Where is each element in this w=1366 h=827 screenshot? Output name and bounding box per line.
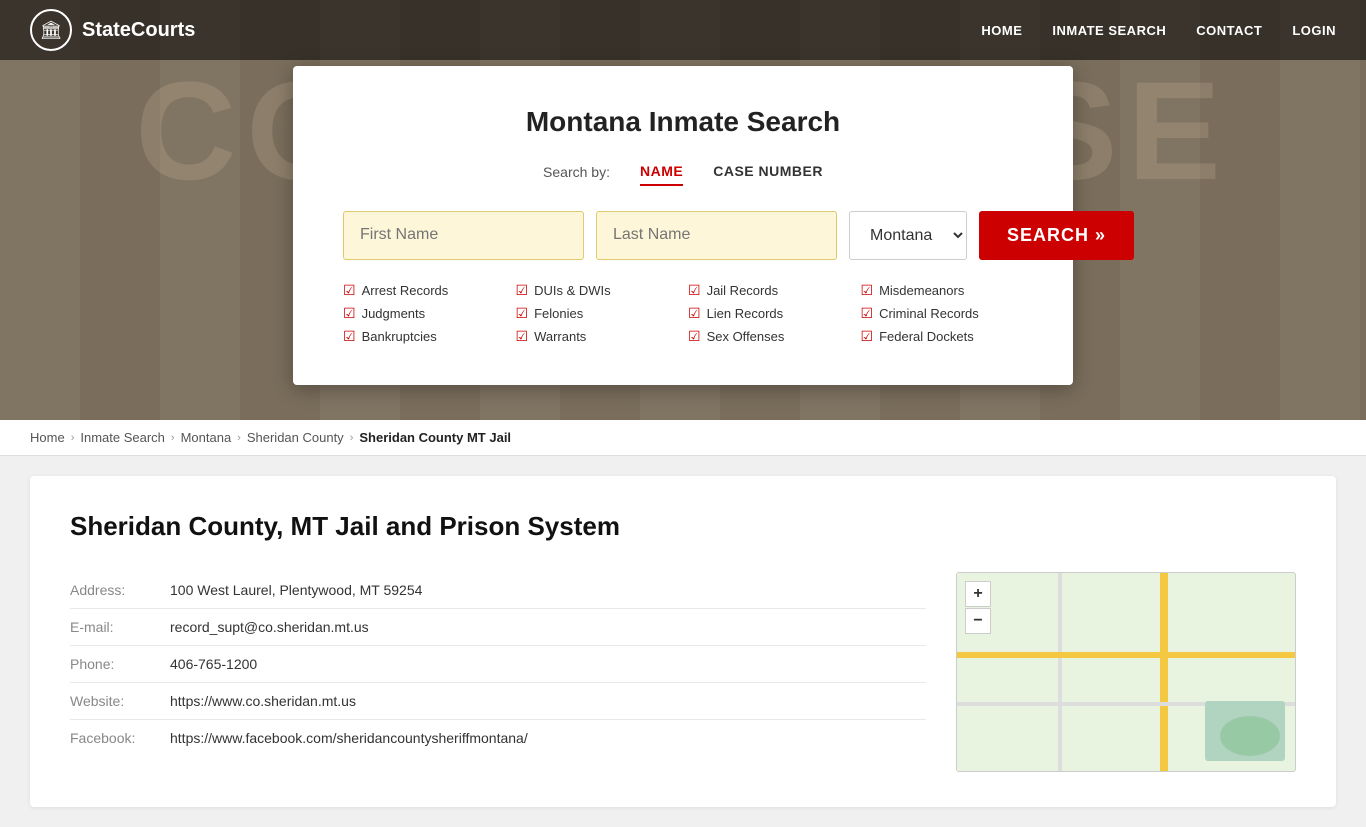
check-icon-11: ☑ bbox=[861, 328, 874, 345]
map-zoom-in[interactable]: + bbox=[965, 581, 991, 607]
map-controls: + − bbox=[965, 581, 991, 634]
info-card: Sheridan County, MT Jail and Prison Syst… bbox=[30, 476, 1336, 807]
check-label-3: Misdemeanors bbox=[879, 283, 964, 298]
check-icon-5: ☑ bbox=[516, 305, 529, 322]
search-by-label: Search by: bbox=[543, 164, 610, 180]
breadcrumb-sep-1: › bbox=[71, 432, 75, 444]
tab-case-number[interactable]: CASE NUMBER bbox=[713, 158, 823, 186]
check-icon-0: ☑ bbox=[343, 282, 356, 299]
breadcrumb-sep-3: › bbox=[237, 432, 241, 444]
state-select[interactable]: Montana Alabama Alaska Arizona bbox=[849, 211, 967, 260]
tab-name[interactable]: NAME bbox=[640, 158, 683, 186]
info-title: Sheridan County, MT Jail and Prison Syst… bbox=[70, 511, 1296, 542]
check-icon-2: ☑ bbox=[688, 282, 701, 299]
info-body: Address: 100 West Laurel, Plentywood, MT… bbox=[70, 572, 1296, 772]
info-row-phone: Phone: 406-765-1200 bbox=[70, 646, 926, 683]
navbar: 🏛 StateCourts HOME INMATE SEARCH CONTACT… bbox=[0, 0, 1366, 60]
check-jail-records: ☑ Jail Records bbox=[688, 282, 851, 299]
value-address: 100 West Laurel, Plentywood, MT 59254 bbox=[170, 582, 422, 598]
check-label-1: DUIs & DWIs bbox=[534, 283, 611, 298]
map-box: + − bbox=[956, 572, 1296, 772]
value-email[interactable]: record_supt@co.sheridan.mt.us bbox=[170, 619, 369, 635]
info-table: Address: 100 West Laurel, Plentywood, MT… bbox=[70, 572, 926, 756]
search-fields: Montana Alabama Alaska Arizona SEARCH » bbox=[343, 211, 1023, 260]
breadcrumb-sep-2: › bbox=[171, 432, 175, 444]
search-card: Montana Inmate Search Search by: NAME CA… bbox=[293, 66, 1073, 385]
hero-section: COURTHOUSE Montana Inmate Search Search … bbox=[0, 0, 1366, 420]
check-label-9: Warrants bbox=[534, 329, 586, 344]
check-label-7: Criminal Records bbox=[879, 306, 979, 321]
check-federal-dockets: ☑ Federal Dockets bbox=[861, 328, 1024, 345]
label-email: E-mail: bbox=[70, 619, 160, 635]
value-phone: 406-765-1200 bbox=[170, 656, 257, 672]
check-icon-9: ☑ bbox=[516, 328, 529, 345]
check-icon-7: ☑ bbox=[861, 305, 874, 322]
check-icon-8: ☑ bbox=[343, 328, 356, 345]
checkboxes-grid: ☑ Arrest Records ☑ DUIs & DWIs ☑ Jail Re… bbox=[343, 282, 1023, 345]
check-label-4: Judgments bbox=[362, 306, 426, 321]
check-bankruptcies: ☑ Bankruptcies bbox=[343, 328, 506, 345]
info-row-address: Address: 100 West Laurel, Plentywood, MT… bbox=[70, 572, 926, 609]
check-icon-10: ☑ bbox=[688, 328, 701, 345]
check-label-11: Federal Dockets bbox=[879, 329, 974, 344]
breadcrumb-current: Sheridan County MT Jail bbox=[359, 430, 511, 445]
check-icon-1: ☑ bbox=[516, 282, 529, 299]
check-icon-4: ☑ bbox=[343, 305, 356, 322]
check-label-8: Bankruptcies bbox=[362, 329, 437, 344]
check-lien-records: ☑ Lien Records bbox=[688, 305, 851, 322]
nav-contact[interactable]: CONTACT bbox=[1196, 23, 1262, 38]
check-label-5: Felonies bbox=[534, 306, 583, 321]
info-row-website: Website: https://www.co.sheridan.mt.us bbox=[70, 683, 926, 720]
check-icon-6: ☑ bbox=[688, 305, 701, 322]
breadcrumb-sheridan-county[interactable]: Sheridan County bbox=[247, 430, 344, 445]
label-website: Website: bbox=[70, 693, 160, 709]
nav-login[interactable]: LOGIN bbox=[1292, 23, 1336, 38]
logo-icon: 🏛 bbox=[30, 9, 72, 51]
breadcrumb-home[interactable]: Home bbox=[30, 430, 65, 445]
check-duis-dwis: ☑ DUIs & DWIs bbox=[516, 282, 679, 299]
brand-logo-link[interactable]: 🏛 StateCourts bbox=[30, 9, 195, 51]
check-label-2: Jail Records bbox=[707, 283, 779, 298]
value-facebook[interactable]: https://www.facebook.com/sheridancountys… bbox=[170, 730, 528, 746]
search-button[interactable]: SEARCH » bbox=[979, 211, 1134, 260]
breadcrumb-sep-4: › bbox=[350, 432, 354, 444]
check-label-6: Lien Records bbox=[707, 306, 784, 321]
check-misdemeanors: ☑ Misdemeanors bbox=[861, 282, 1024, 299]
check-sex-offenses: ☑ Sex Offenses bbox=[688, 328, 851, 345]
check-arrest-records: ☑ Arrest Records bbox=[343, 282, 506, 299]
breadcrumb-inmate-search[interactable]: Inmate Search bbox=[80, 430, 165, 445]
nav-home[interactable]: HOME bbox=[981, 23, 1022, 38]
info-row-email: E-mail: record_supt@co.sheridan.mt.us bbox=[70, 609, 926, 646]
last-name-input[interactable] bbox=[596, 211, 837, 260]
brand-name: StateCourts bbox=[82, 19, 195, 42]
nav-links: HOME INMATE SEARCH CONTACT LOGIN bbox=[981, 23, 1336, 38]
search-tabs: Search by: NAME CASE NUMBER bbox=[343, 158, 1023, 186]
label-phone: Phone: bbox=[70, 656, 160, 672]
nav-inmate-search[interactable]: INMATE SEARCH bbox=[1052, 23, 1166, 38]
map-zoom-out[interactable]: − bbox=[965, 608, 991, 634]
check-label-0: Arrest Records bbox=[362, 283, 449, 298]
label-address: Address: bbox=[70, 582, 160, 598]
check-judgments: ☑ Judgments bbox=[343, 305, 506, 322]
check-icon-3: ☑ bbox=[861, 282, 874, 299]
check-warrants: ☑ Warrants bbox=[516, 328, 679, 345]
value-website[interactable]: https://www.co.sheridan.mt.us bbox=[170, 693, 356, 709]
breadcrumb: Home › Inmate Search › Montana › Sherida… bbox=[0, 420, 1366, 456]
info-row-facebook: Facebook: https://www.facebook.com/sheri… bbox=[70, 720, 926, 756]
label-facebook: Facebook: bbox=[70, 730, 160, 746]
check-label-10: Sex Offenses bbox=[707, 329, 785, 344]
first-name-input[interactable] bbox=[343, 211, 584, 260]
search-card-title: Montana Inmate Search bbox=[343, 106, 1023, 138]
main-content: Sheridan County, MT Jail and Prison Syst… bbox=[0, 456, 1366, 827]
check-felonies: ☑ Felonies bbox=[516, 305, 679, 322]
breadcrumb-montana[interactable]: Montana bbox=[181, 430, 232, 445]
check-criminal-records: ☑ Criminal Records bbox=[861, 305, 1024, 322]
